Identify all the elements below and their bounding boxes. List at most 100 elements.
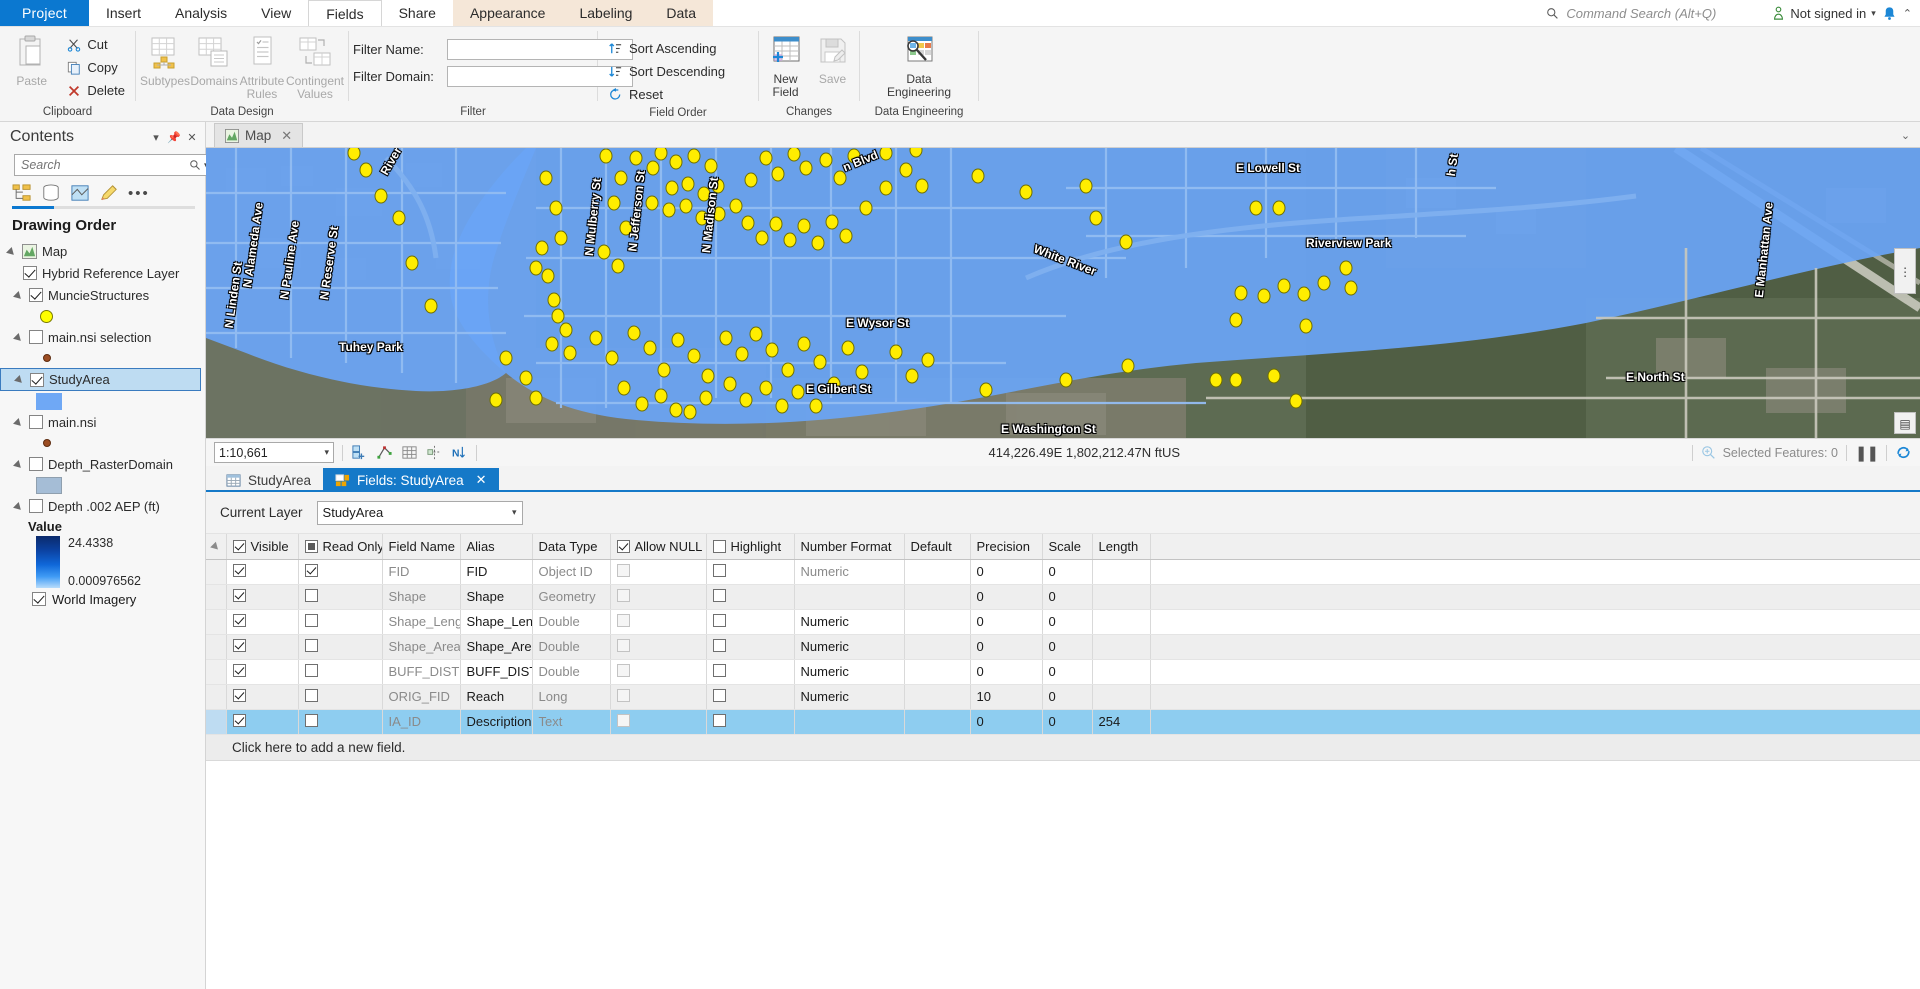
cell-data-type[interactable]: Double [532, 659, 611, 685]
cell-readonly[interactable] [298, 684, 383, 710]
row-selector[interactable] [206, 659, 227, 685]
cell-highlight[interactable] [706, 634, 795, 660]
account-button[interactable]: Not signed in ▾ [1772, 6, 1876, 21]
cell-precision[interactable]: 0 [970, 659, 1043, 685]
layer-visibility-checkbox[interactable] [29, 330, 43, 344]
highlight-checkbox[interactable] [712, 563, 726, 577]
expand-arrow-icon[interactable] [8, 247, 17, 256]
cell-data-type[interactable]: Double [532, 634, 611, 660]
ribbon-collapse-chevron-icon[interactable]: ⌃ [1903, 7, 1912, 20]
cell-field-name[interactable]: Shape_Area [382, 634, 461, 660]
cell-alias[interactable]: Shape [460, 584, 533, 610]
visible-checkbox[interactable] [232, 663, 246, 677]
tree-item-map[interactable]: Map [0, 240, 205, 262]
edit-vertices-icon[interactable] [376, 444, 393, 461]
cell-visible[interactable] [226, 659, 299, 685]
cell-highlight[interactable] [706, 584, 795, 610]
row-selector[interactable] [206, 584, 227, 610]
row-selector[interactable] [206, 609, 227, 635]
cell-scale[interactable]: 0 [1042, 659, 1093, 685]
grid-icon[interactable] [401, 444, 418, 461]
tree-item-depth-rasterdomain[interactable]: Depth_RasterDomain [0, 453, 205, 475]
data-source-cylinder-icon[interactable] [41, 184, 61, 202]
cell-field-name[interactable]: FID [382, 559, 461, 585]
cell-visible[interactable] [226, 634, 299, 660]
expand-arrow-icon[interactable] [15, 291, 24, 300]
cell-readonly[interactable] [298, 634, 383, 660]
cell-default[interactable] [904, 559, 971, 585]
cell-visible[interactable] [226, 709, 299, 735]
layer-visibility-checkbox[interactable] [32, 592, 46, 606]
allow-null-header-checkbox[interactable] [616, 539, 630, 553]
cell-highlight[interactable] [706, 609, 795, 635]
cell-data-type[interactable]: Long [532, 684, 611, 710]
tab-insert[interactable]: Insert [89, 0, 158, 26]
layer-visibility-checkbox[interactable] [23, 266, 37, 280]
row-selector[interactable] [206, 684, 227, 710]
layer-visibility-checkbox[interactable] [29, 499, 43, 513]
cell-readonly[interactable] [298, 709, 383, 735]
current-layer-combo[interactable]: StudyArea ▾ [316, 500, 523, 525]
readonly-checkbox[interactable] [304, 638, 318, 652]
map-scale-combo[interactable]: 1:10,661 ▾ [214, 442, 334, 463]
cell-default[interactable] [904, 609, 971, 635]
cell-data-type[interactable]: Text [532, 709, 611, 735]
cell-highlight[interactable] [706, 684, 795, 710]
cell-visible[interactable] [226, 609, 299, 635]
row-selector[interactable] [206, 709, 227, 735]
cell-length[interactable] [1092, 659, 1151, 685]
cell-default[interactable] [904, 634, 971, 660]
pin-icon[interactable]: 📌 [167, 131, 181, 144]
chevron-down-icon[interactable]: ▾ [512, 507, 517, 518]
cell-highlight[interactable] [706, 659, 795, 685]
cell-readonly[interactable] [298, 659, 383, 685]
new-field-button[interactable]: New Field [763, 31, 808, 99]
table-tab-fields-studyarea[interactable]: Fields: StudyArea ✕ [323, 468, 499, 492]
cell-length[interactable] [1092, 609, 1151, 635]
col-header-allow-null[interactable]: Allow NULL [610, 534, 707, 560]
highlight-header-checkbox[interactable] [712, 539, 726, 553]
delete-button[interactable]: Delete [61, 79, 131, 102]
pause-drawing-icon[interactable]: ❚❚ [1855, 444, 1879, 462]
cell-field-name[interactable]: ORIG_FID [382, 684, 461, 710]
cell-field-name[interactable]: IA_ID [382, 709, 461, 735]
readonly-checkbox[interactable] [304, 713, 318, 727]
cell-number-format[interactable] [794, 709, 905, 735]
contents-search-input[interactable] [19, 157, 186, 173]
cell-alias[interactable]: BUFF_DIST [460, 659, 533, 685]
contingent-values-button[interactable]: Contingent Values [286, 31, 344, 101]
table-tab-studyarea[interactable]: StudyArea [214, 468, 324, 492]
layer-visibility-checkbox[interactable] [29, 288, 43, 302]
tab-appearance[interactable]: Appearance [452, 0, 563, 26]
highlight-checkbox[interactable] [712, 588, 726, 602]
table-row[interactable]: BUFF_DIST BUFF_DIST Double Numeric 0 0 [206, 659, 1920, 685]
readonly-checkbox[interactable] [304, 563, 318, 577]
cut-button[interactable]: Cut [61, 33, 131, 56]
visible-checkbox[interactable] [232, 613, 246, 627]
cell-field-name[interactable]: Shape [382, 584, 461, 610]
cell-visible[interactable] [226, 684, 299, 710]
domains-button[interactable]: Domains [190, 31, 238, 88]
tab-data[interactable]: Data [649, 0, 713, 26]
cell-default[interactable] [904, 659, 971, 685]
tab-fields[interactable]: Fields [308, 0, 382, 26]
cell-data-type[interactable]: Geometry [532, 584, 611, 610]
cell-number-format[interactable]: Numeric [794, 559, 905, 585]
fields-grid[interactable]: Visible Read Only Field Name Alias Data … [206, 534, 1920, 989]
cell-highlight[interactable] [706, 559, 795, 585]
cell-readonly[interactable] [298, 609, 383, 635]
data-engineering-button[interactable]: Data Engineering [869, 31, 969, 99]
tab-share[interactable]: Share [382, 0, 453, 26]
command-search[interactable]: Command Search (Alt+Q) [1546, 6, 1766, 21]
sort-ascending-button[interactable]: Sort Ascending [602, 37, 731, 60]
notifications-icon[interactable] [1882, 6, 1897, 21]
cell-length[interactable] [1092, 634, 1151, 660]
tab-analysis[interactable]: Analysis [158, 0, 244, 26]
col-header-precision[interactable]: Precision [970, 534, 1043, 560]
chevron-down-icon[interactable]: ▾ [324, 447, 329, 458]
visible-header-checkbox[interactable] [232, 539, 246, 553]
row-selector[interactable] [206, 559, 227, 585]
snapping-icon[interactable] [426, 444, 443, 461]
table-row[interactable]: Shape_Area Shape_Area Double Numeric 0 0 [206, 634, 1920, 660]
cell-number-format[interactable]: Numeric [794, 634, 905, 660]
